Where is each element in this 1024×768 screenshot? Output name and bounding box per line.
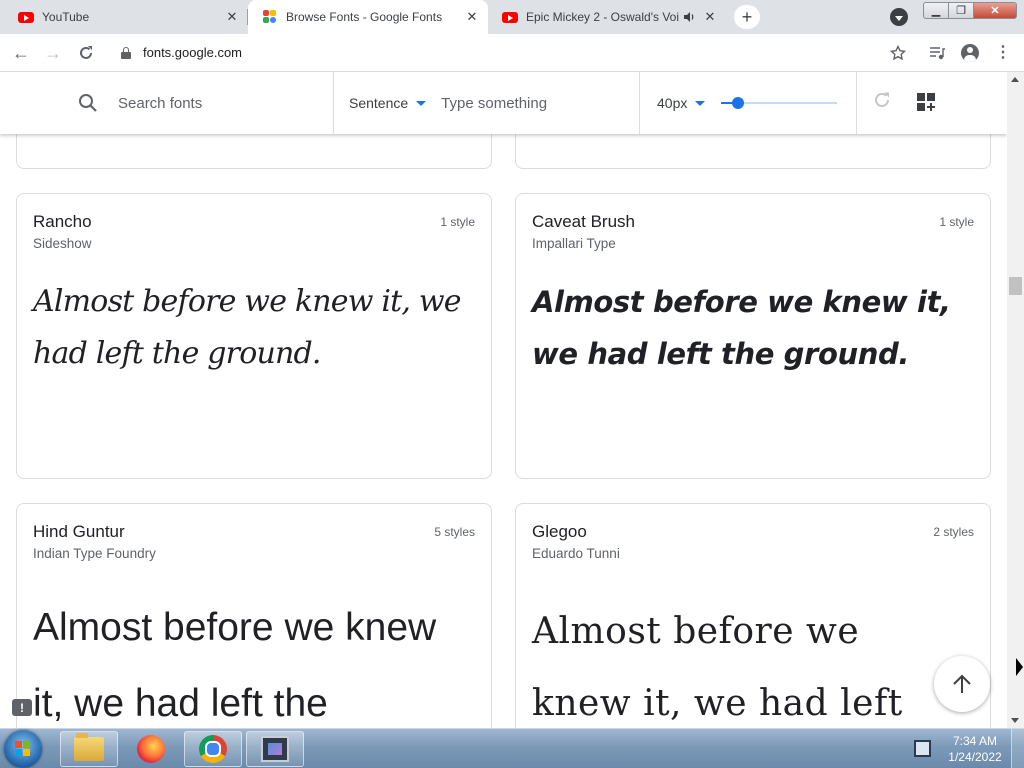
menu-kebab-icon[interactable]: ⋮	[993, 43, 1013, 63]
close-icon[interactable]: ✕	[224, 9, 240, 25]
chevron-down-icon	[416, 100, 427, 106]
film-icon	[261, 736, 289, 762]
font-sample-text: Almost before we knew it, we had left th…	[33, 284, 462, 371]
clock-time: 7:34 AM	[952, 734, 998, 748]
font-card-hind-guntur[interactable]: Hind Guntur Indian Type Foundry 5 styles…	[16, 503, 492, 728]
font-card-glegoo[interactable]: Glegoo Eduardo Tunni 2 styles Almost bef…	[515, 503, 991, 728]
font-size-slider[interactable]	[721, 95, 838, 111]
tab-search-icon[interactable]	[890, 8, 908, 26]
tools-section	[857, 72, 1007, 134]
font-name: Rancho	[33, 212, 92, 231]
font-card-caveat-brush[interactable]: Caveat Brush Impallari Type 1 style Almo…	[515, 193, 991, 479]
forward-icon[interactable]: →	[41, 41, 65, 65]
mouse-cursor-icon	[1016, 658, 1023, 676]
font-designer: Sideshow	[33, 236, 92, 251]
restore-button[interactable]: ❐	[948, 2, 974, 19]
taskbar-firefox[interactable]	[122, 731, 180, 767]
vertical-scrollbar[interactable]	[1007, 72, 1024, 728]
show-desktop-button[interactable]	[1011, 729, 1024, 768]
scroll-down-arrow-icon[interactable]	[1011, 718, 1019, 723]
tab-title: Epic Mickey 2 - Oswald's Voi	[526, 10, 680, 24]
tab-title: YouTube	[42, 10, 90, 24]
scrollbar-thumb[interactable]	[1009, 277, 1022, 295]
taskbar-movie-maker[interactable]	[246, 731, 304, 767]
preview-text-section: Sentence Type something	[334, 72, 640, 134]
tab-google-fonts[interactable]: Browse Fonts - Google Fonts ✕	[248, 0, 488, 34]
font-designer: Impallari Type	[532, 236, 616, 251]
feedback-icon[interactable]: !	[12, 699, 32, 716]
scroll-up-arrow-icon[interactable]	[1011, 77, 1019, 82]
search-section[interactable]: Search fonts	[0, 72, 334, 134]
back-icon[interactable]: ←	[9, 41, 33, 65]
firefox-icon	[137, 735, 165, 763]
windows-taskbar: 7:34 AM 1/24/2022	[0, 728, 1024, 768]
font-style-count: 5 styles	[434, 525, 475, 539]
google-fonts-page: Search fonts Sentence Type something 40p…	[0, 72, 1007, 728]
close-icon[interactable]: ✕	[702, 9, 718, 25]
preview-mode-dropdown[interactable]: Sentence	[349, 95, 427, 111]
tab-strip: YouTube ✕ Browse Fonts - Google Fonts ✕ …	[0, 0, 1024, 34]
font-name: Glegoo	[532, 522, 587, 541]
new-tab-button[interactable]: +	[734, 5, 760, 29]
tab-title: Browse Fonts - Google Fonts	[286, 10, 443, 24]
search-input[interactable]: Search fonts	[118, 95, 202, 112]
system-clock[interactable]: 7:34 AM 1/24/2022	[940, 733, 1010, 765]
font-size-label: 40px	[657, 95, 688, 111]
google-fonts-icon	[262, 9, 278, 25]
font-style-count: 1 style	[939, 215, 974, 229]
tab-youtube[interactable]: YouTube ✕	[4, 0, 248, 34]
close-icon[interactable]: ✕	[464, 9, 480, 25]
lock-icon[interactable]	[121, 46, 131, 59]
font-designer: Eduardo Tunni	[532, 546, 620, 561]
font-sample-text: Almost before we knew it, we had left th…	[532, 285, 951, 371]
tab-epic-mickey[interactable]: Epic Mickey 2 - Oswald's Voi ✕	[488, 0, 726, 34]
font-style-count: 1 style	[440, 215, 475, 229]
url-text[interactable]: fonts.google.com	[143, 45, 242, 60]
taskbar-explorer[interactable]	[60, 731, 118, 767]
font-sample-text: Almost before we knew it, we had left	[532, 611, 903, 724]
browser-toolbar: ← → fonts.google.com ⋮	[0, 34, 1024, 72]
font-designer: Indian Type Foundry	[33, 546, 156, 561]
windows-logo-icon	[15, 741, 31, 757]
chevron-down-icon	[695, 100, 706, 106]
clock-date: 1/24/2022	[948, 750, 1002, 764]
folder-icon	[74, 733, 104, 761]
close-window-button[interactable]: ✕	[973, 2, 1017, 19]
bookmark-star-icon[interactable]	[888, 43, 908, 63]
arrow-up-icon	[953, 674, 971, 693]
font-name: Hind Guntur	[33, 522, 125, 541]
start-button[interactable]	[4, 730, 42, 768]
grid-view-icon[interactable]	[917, 93, 937, 113]
reset-icon[interactable]	[873, 91, 891, 115]
taskbar-chrome[interactable]	[184, 731, 242, 767]
scroll-to-top-button[interactable]	[934, 656, 990, 712]
speaker-icon[interactable]	[682, 9, 696, 25]
preview-mode-label: Sentence	[349, 95, 409, 111]
font-card-rancho[interactable]: Rancho Sideshow 1 style Almost before we…	[16, 193, 492, 479]
search-icon	[79, 94, 97, 112]
slider-thumb[interactable]	[731, 97, 744, 109]
address-bar[interactable]: fonts.google.com	[112, 38, 920, 67]
font-size-section: 40px	[640, 72, 857, 134]
profile-avatar[interactable]	[960, 43, 980, 63]
font-size-dropdown[interactable]: 40px	[657, 95, 706, 111]
font-style-count: 2 styles	[933, 525, 974, 539]
reload-icon[interactable]	[74, 41, 98, 65]
chrome-icon	[199, 735, 227, 763]
youtube-icon	[502, 9, 518, 25]
font-name: Caveat Brush	[532, 212, 635, 231]
media-queue-icon[interactable]	[927, 43, 947, 63]
preview-text-input[interactable]: Type something	[441, 95, 547, 112]
font-sample-text: Almost before we knew it, we had left th…	[33, 606, 437, 725]
font-filter-bar: Search fonts Sentence Type something 40p…	[0, 72, 1007, 134]
minimize-button[interactable]: ▁	[923, 2, 949, 19]
network-icon[interactable]	[914, 740, 931, 757]
youtube-icon	[18, 9, 34, 25]
